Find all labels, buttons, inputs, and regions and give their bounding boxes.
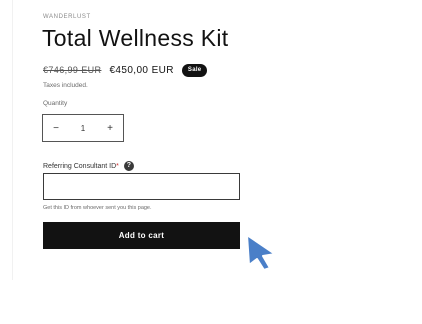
sale-badge: Sale [181, 63, 208, 77]
add-to-cart-button[interactable]: Add to cart [43, 222, 240, 249]
quantity-label: Quantity [43, 100, 68, 107]
mouse-pointer-icon [246, 234, 276, 271]
product-vendor: WANDERLUST [43, 14, 91, 20]
quantity-input[interactable]: 1 [69, 124, 97, 133]
referring-consultant-id-input[interactable] [43, 173, 240, 200]
referral-label: Referring Consultant ID [43, 162, 117, 170]
price-row: €746,99 EUR €450,00 EUR Sale [43, 62, 208, 78]
sale-price: €450,00 EUR [109, 64, 174, 76]
quantity-decrease-button[interactable]: − [43, 115, 69, 141]
referral-label-row: Referring Consultant ID * ? [43, 160, 134, 172]
page-edge-divider [12, 0, 13, 280]
compare-at-price: €746,99 EUR [43, 65, 102, 75]
required-marker: * [116, 162, 119, 170]
referral-hint: Get this ID from whoever sent you this p… [43, 205, 152, 211]
quantity-increase-button[interactable]: + [97, 115, 123, 141]
question-circle-icon[interactable]: ? [123, 161, 134, 171]
tax-note: Taxes included. [43, 82, 88, 89]
quantity-stepper: − 1 + [42, 114, 124, 142]
product-title: Total Wellness Kit [42, 25, 229, 51]
